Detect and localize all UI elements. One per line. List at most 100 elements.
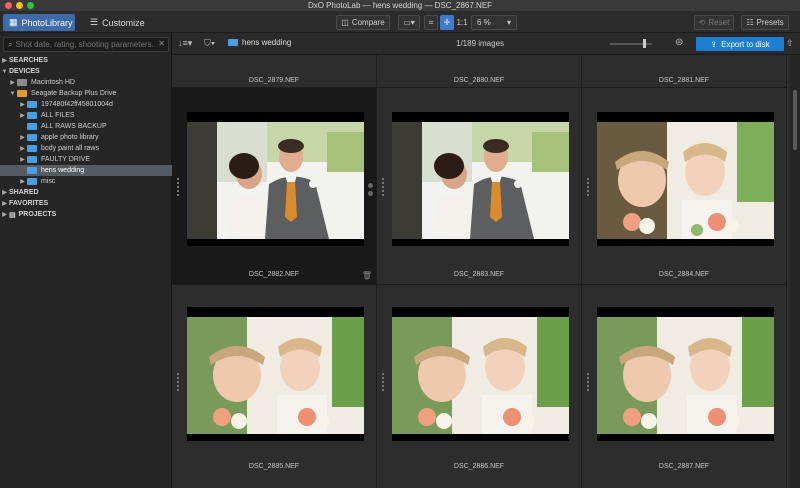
rating-stars[interactable] xyxy=(587,178,589,196)
tab-customize[interactable]: ☰ Customize xyxy=(84,14,154,31)
thumbnail-cell[interactable]: DSC_2880.NEF xyxy=(377,55,582,88)
minimize-window-button[interactable] xyxy=(16,2,23,9)
share-icon[interactable]: ⇧ xyxy=(786,38,794,49)
crop-button[interactable]: ⌗ xyxy=(424,15,438,30)
clear-search-icon[interactable]: ✕ xyxy=(158,39,165,48)
reset-button[interactable]: ⟲ Reset xyxy=(694,15,734,30)
chevron-down-icon: ▾ xyxy=(506,18,511,27)
section-label: DEVICES xyxy=(9,68,40,75)
thumbnail-filename: DSC_2883.NEF xyxy=(453,271,505,278)
thumbnail-filename: DSC_2881.NEF xyxy=(658,77,710,84)
output-settings-icon[interactable]: ⊜ xyxy=(675,37,683,48)
browser-toolbar: ↓≡▾ ⛉▾ hens wedding 1/189 images ⊜ ⇪ Exp… xyxy=(172,33,800,55)
grid-scrollbar[interactable] xyxy=(790,55,800,488)
zoom-100-label: 1:1 xyxy=(456,18,468,27)
trash-icon[interactable]: 🗑 xyxy=(362,271,372,280)
chevron-right-icon: ▶ xyxy=(2,190,7,196)
zoom-window-button[interactable] xyxy=(27,2,34,9)
slider-handle[interactable] xyxy=(643,39,646,48)
device-label: Seagate Backup Plus Drive xyxy=(31,90,117,97)
section-devices[interactable]: ▼ DEVICES xyxy=(0,66,172,77)
reset-label: Reset xyxy=(708,18,730,27)
rating-stars[interactable] xyxy=(587,373,589,391)
thumbnail-cell[interactable]: DSC_2885.NEF xyxy=(172,285,377,488)
scrollbar-thumb[interactable] xyxy=(793,90,797,150)
thumbnail-cell[interactable]: DSC_2887.NEF xyxy=(582,285,787,488)
chevron-right-icon: ▶ xyxy=(20,135,25,141)
chevron-down-icon: ▼ xyxy=(9,90,16,97)
folder-icon xyxy=(27,145,37,152)
rating-stars[interactable] xyxy=(382,178,384,196)
tab-photolibrary[interactable]: ▦ PhotoLibrary xyxy=(3,14,75,31)
rating-stars[interactable] xyxy=(177,373,179,391)
section-searches[interactable]: ▶ SEARCHES xyxy=(0,55,172,66)
device-seagate[interactable]: ▼ Seagate Backup Plus Drive xyxy=(0,88,172,99)
export-label: Export to disk xyxy=(721,39,770,49)
folder-icon xyxy=(27,123,37,130)
section-projects[interactable]: ▶ ▤ PROJECTS xyxy=(0,209,172,220)
search-box[interactable]: ⌕ ✕ xyxy=(3,37,169,52)
thumbnail-cell[interactable]: DSC_2881.NEF xyxy=(582,55,787,88)
thumbnail-filename: DSC_2886.NEF xyxy=(453,463,505,470)
search-icon: ⌕ xyxy=(8,39,13,49)
thumbnail-cell[interactable]: DSC_2884.NEF xyxy=(582,88,787,285)
projects-icon: ▤ xyxy=(9,211,16,219)
zoom-100-button[interactable]: 1:1 xyxy=(455,15,469,30)
drag-handle[interactable] xyxy=(368,183,373,196)
filter-icon[interactable]: ⛉▾ xyxy=(204,38,215,49)
move-icon: ✛ xyxy=(443,18,451,27)
layout-icon: ▭▾ xyxy=(403,18,415,27)
thumbnail-cell[interactable]: DSC_2883.NEF xyxy=(377,88,582,285)
device-label: Macintosh HD xyxy=(31,79,75,86)
window-controls xyxy=(5,2,34,9)
presets-label: Presets xyxy=(756,18,784,27)
couple-photo xyxy=(187,122,364,239)
section-label: SEARCHES xyxy=(9,57,48,64)
thumbnail-filename: DSC_2880.NEF xyxy=(453,77,505,84)
section-shared[interactable]: ▶ SHARED xyxy=(0,187,172,198)
sort-icon[interactable]: ↓≡▾ xyxy=(178,38,192,49)
export-icon: ⇪ xyxy=(710,39,718,49)
rating-stars[interactable] xyxy=(177,178,179,196)
folder-item[interactable]: ▶ body paint all raws xyxy=(0,143,172,154)
folder-icon xyxy=(228,39,238,46)
chevron-right-icon: ▶ xyxy=(20,113,25,119)
folder-label: apple photo library xyxy=(41,134,99,141)
folder-icon xyxy=(27,112,37,119)
folder-label: ALL RAWS BACKUP xyxy=(41,123,107,130)
folder-item[interactable]: ▶ ALL FILES xyxy=(0,110,172,121)
thumbnail-cell-selected[interactable]: DSC_2882.NEF 🗑 xyxy=(172,88,377,285)
search-input[interactable] xyxy=(15,40,156,49)
zoom-select[interactable]: 6 % ▾ xyxy=(471,15,517,30)
layout-dropdown[interactable]: ▭▾ xyxy=(398,15,420,30)
folder-item-selected[interactable]: hens wedding xyxy=(0,165,172,176)
chevron-right-icon: ▶ xyxy=(10,80,15,86)
thumbnail-cell[interactable]: DSC_2886.NEF xyxy=(377,285,582,488)
folder-item[interactable]: ▶ FAULTY DRIVE xyxy=(0,154,172,165)
export-to-disk-button[interactable]: ⇪ Export to disk xyxy=(696,37,784,51)
folder-tree: ▶ SEARCHES ▼ DEVICES ▶ Macintosh HD ▼ Se… xyxy=(0,55,172,220)
section-label: SHARED xyxy=(9,189,39,196)
rating-stars[interactable] xyxy=(382,373,384,391)
presets-button[interactable]: ☷ Presets xyxy=(741,15,789,30)
chevron-right-icon: ▶ xyxy=(20,146,25,152)
thumbnail-size-slider[interactable] xyxy=(610,39,652,48)
breadcrumb-folder[interactable]: hens wedding xyxy=(242,38,291,47)
folder-item[interactable]: ALL RAWS BACKUP xyxy=(0,121,172,132)
folder-item[interactable]: ▶ misc xyxy=(0,176,172,187)
close-window-button[interactable] xyxy=(5,2,12,9)
zoom-fit-button[interactable]: ✛ xyxy=(440,15,454,30)
chevron-down-icon: ▼ xyxy=(1,68,8,75)
couple-photo xyxy=(392,122,569,239)
folder-icon xyxy=(27,101,37,108)
window-titlebar: DxO PhotoLab — hens wedding — DSC_2867.N… xyxy=(0,0,800,12)
section-label: FAVORITES xyxy=(9,200,49,207)
thumbnail-cell[interactable]: DSC_2879.NEF xyxy=(172,55,377,88)
folder-item[interactable]: ▶ apple photo library xyxy=(0,132,172,143)
device-macintosh-hd[interactable]: ▶ Macintosh HD xyxy=(0,77,172,88)
image-grid: DSC_2879.NEF DSC_2880.NEF DSC_2881.NEF D… xyxy=(172,55,800,488)
image-count: 1/189 images xyxy=(456,39,505,48)
folder-item[interactable]: ▶ 197480f42ff45801004d xyxy=(0,99,172,110)
compare-button[interactable]: ◫ Compare xyxy=(336,15,390,30)
section-favorites[interactable]: ▶ FAVORITES xyxy=(0,198,172,209)
